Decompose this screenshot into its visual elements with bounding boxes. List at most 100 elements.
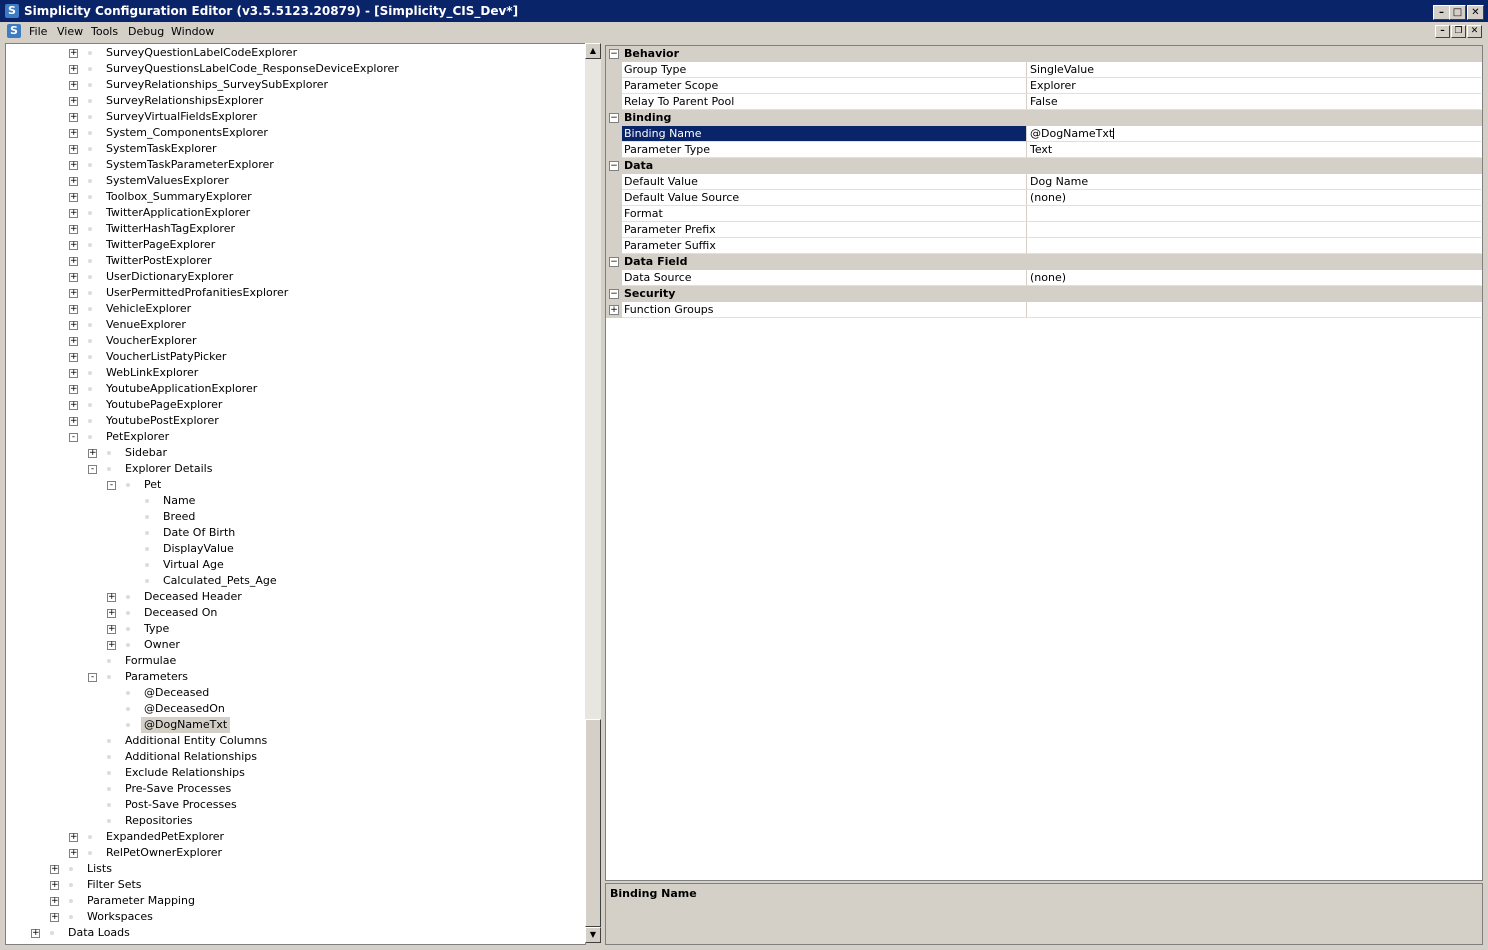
collapse-icon[interactable]: − (609, 161, 619, 171)
tree-node-label[interactable]: SurveyVirtualFieldsExplorer (106, 109, 257, 125)
tree-node-label[interactable]: RelPetOwnerExplorer (106, 845, 222, 861)
tree-node-sidebar[interactable]: + Sidebar (6, 445, 576, 461)
expand-icon[interactable]: + (609, 305, 619, 315)
property-value[interactable] (1027, 302, 1481, 318)
expand-icon[interactable]: + (69, 401, 78, 410)
property-value[interactable] (1027, 206, 1481, 222)
property-parameter-type[interactable]: Parameter Type Text (606, 142, 1482, 158)
property-format[interactable]: Format (606, 206, 1482, 222)
menu-debug[interactable]: Debug (128, 25, 164, 38)
tree-node-name[interactable]: Name (6, 493, 576, 509)
property-parameter-suffix[interactable]: Parameter Suffix (606, 238, 1482, 254)
property-binding-name[interactable]: Binding Name @DogNameTxt (606, 126, 1482, 142)
minimize-button[interactable]: – (1433, 5, 1450, 20)
close-button[interactable]: ✕ (1467, 5, 1484, 20)
tree-node-label[interactable]: TwitterApplicationExplorer (106, 205, 250, 221)
tree-node-label[interactable]: Post-Save Processes (125, 797, 237, 813)
tree-node-label[interactable]: VenueExplorer (106, 317, 186, 333)
collapse-icon[interactable]: - (88, 673, 97, 682)
tree-node-workspaces[interactable]: + Workspaces (6, 909, 576, 925)
tree-node-label[interactable]: Sidebar (125, 445, 167, 461)
tree-node-label[interactable]: System_ComponentsExplorer (106, 125, 268, 141)
expand-icon[interactable]: + (69, 177, 78, 186)
mdi-minimize-button[interactable]: – (1435, 25, 1450, 38)
tree-node-label[interactable]: SystemTaskParameterExplorer (106, 157, 274, 173)
tree-node-label[interactable]: @DeceasedOn (144, 701, 225, 717)
tree-node-label[interactable]: VoucherListPatyPicker (106, 349, 226, 365)
tree-node-deceased-on[interactable]: + Deceased On (6, 605, 576, 621)
tree-node-voucherexplorer[interactable]: + VoucherExplorer (6, 333, 576, 349)
tree-node-label[interactable]: SystemValuesExplorer (106, 173, 229, 189)
property-value[interactable] (1027, 222, 1481, 238)
tree-node-calculated-pets-age[interactable]: Calculated_Pets_Age (6, 573, 576, 589)
tree-node-label[interactable]: SurveyRelationships_SurveySubExplorer (106, 77, 328, 93)
expand-icon[interactable]: + (50, 881, 59, 890)
property-name[interactable]: Default Value Source (622, 190, 1027, 206)
expand-icon[interactable]: + (69, 385, 78, 394)
collapse-icon[interactable]: − (609, 257, 619, 267)
tree-node-relpetownerexplorer[interactable]: + RelPetOwnerExplorer (6, 845, 576, 861)
expand-icon[interactable]: + (69, 833, 78, 842)
property-value[interactable] (1027, 238, 1481, 254)
tree-node-filter-sets[interactable]: + Filter Sets (6, 877, 576, 893)
property-name[interactable]: Function Groups (622, 302, 1027, 318)
tree-node-label[interactable]: Name (163, 493, 195, 509)
expand-icon[interactable]: + (69, 129, 78, 138)
property-default-value[interactable]: Default Value Dog Name (606, 174, 1482, 190)
menu-file[interactable]: File (29, 25, 47, 38)
expand-icon[interactable]: + (69, 81, 78, 90)
menu-view[interactable]: View (57, 25, 83, 38)
scroll-down-button[interactable]: ▼ (585, 927, 601, 943)
property-name[interactable]: Parameter Type (622, 142, 1027, 158)
collapse-icon[interactable]: - (88, 465, 97, 474)
menu-window[interactable]: Window (171, 25, 214, 38)
tree-node-surveyquestionslabelcode-responsedeviceexplorer[interactable]: + SurveyQuestionsLabelCode_ResponseDevice… (6, 61, 576, 77)
tree-node-formulae[interactable]: Formulae (6, 653, 576, 669)
tree-node-surveyvirtualfieldsexplorer[interactable]: + SurveyVirtualFieldsExplorer (6, 109, 576, 125)
expand-icon[interactable]: + (69, 209, 78, 218)
tree-node-label[interactable]: Filter Sets (87, 877, 142, 893)
property-value[interactable]: (none) (1027, 190, 1481, 206)
category-security[interactable]: − Security (606, 286, 1482, 302)
category-behavior[interactable]: − Behavior (606, 46, 1482, 62)
expand-icon[interactable]: + (50, 865, 59, 874)
tree-node-data-loads[interactable]: + Data Loads (6, 925, 576, 941)
expand-icon[interactable]: + (69, 353, 78, 362)
collapse-icon[interactable]: − (609, 289, 619, 299)
tree-node-label[interactable]: Date Of Birth (163, 525, 235, 541)
tree-node-deceased[interactable]: @Deceased (6, 685, 576, 701)
tree-node-label[interactable]: Lists (87, 861, 112, 877)
property-default-value-source[interactable]: Default Value Source (none) (606, 190, 1482, 206)
property-value[interactable]: Text (1027, 142, 1481, 158)
tree-node-dognametxt[interactable]: @DogNameTxt (6, 717, 576, 733)
scroll-up-button[interactable]: ▲ (585, 43, 601, 59)
tree-node-systemtaskparameterexplorer[interactable]: + SystemTaskParameterExplorer (6, 157, 576, 173)
tree-node-pre-save-processes[interactable]: Pre-Save Processes (6, 781, 576, 797)
expand-icon[interactable]: + (50, 897, 59, 906)
expand-icon[interactable]: + (69, 161, 78, 170)
expand-icon[interactable]: + (107, 609, 116, 618)
expand-icon[interactable]: + (69, 305, 78, 314)
tree-node-label[interactable]: @Deceased (144, 685, 209, 701)
mdi-restore-button[interactable]: ❐ (1451, 25, 1466, 38)
tree-node-userdictionaryexplorer[interactable]: + UserDictionaryExplorer (6, 269, 576, 285)
category-data[interactable]: − Data (606, 158, 1482, 174)
tree-node-label[interactable]: Breed (163, 509, 195, 525)
tree-node-surveyquestionlabelcodeexplorer[interactable]: + SurveyQuestionLabelCodeExplorer (6, 45, 576, 61)
tree-node-twitterpageexplorer[interactable]: + TwitterPageExplorer (6, 237, 576, 253)
tree-node-label[interactable]: Toolbox_SummaryExplorer (106, 189, 252, 205)
collapse-icon[interactable]: − (609, 49, 619, 59)
tree-node-label[interactable]: Type (144, 621, 169, 637)
tree-node-label[interactable]: Formulae (125, 653, 176, 669)
tree-node-label[interactable]: WebLinkExplorer (106, 365, 198, 381)
tree-node-label[interactable]: Repositories (125, 813, 193, 829)
tree-node-label[interactable]: Deceased On (144, 605, 217, 621)
expand-icon[interactable]: + (69, 417, 78, 426)
tree-node-label[interactable]: Owner (144, 637, 180, 653)
property-parameter-prefix[interactable]: Parameter Prefix (606, 222, 1482, 238)
tree-node-label[interactable]: UserDictionaryExplorer (106, 269, 233, 285)
tree-node-label[interactable]: SurveyQuestionLabelCodeExplorer (106, 45, 297, 61)
tree-node-toolbox-summaryexplorer[interactable]: + Toolbox_SummaryExplorer (6, 189, 576, 205)
tree-node-weblinkexplorer[interactable]: + WebLinkExplorer (6, 365, 576, 381)
tree-node-virtual-age[interactable]: Virtual Age (6, 557, 576, 573)
